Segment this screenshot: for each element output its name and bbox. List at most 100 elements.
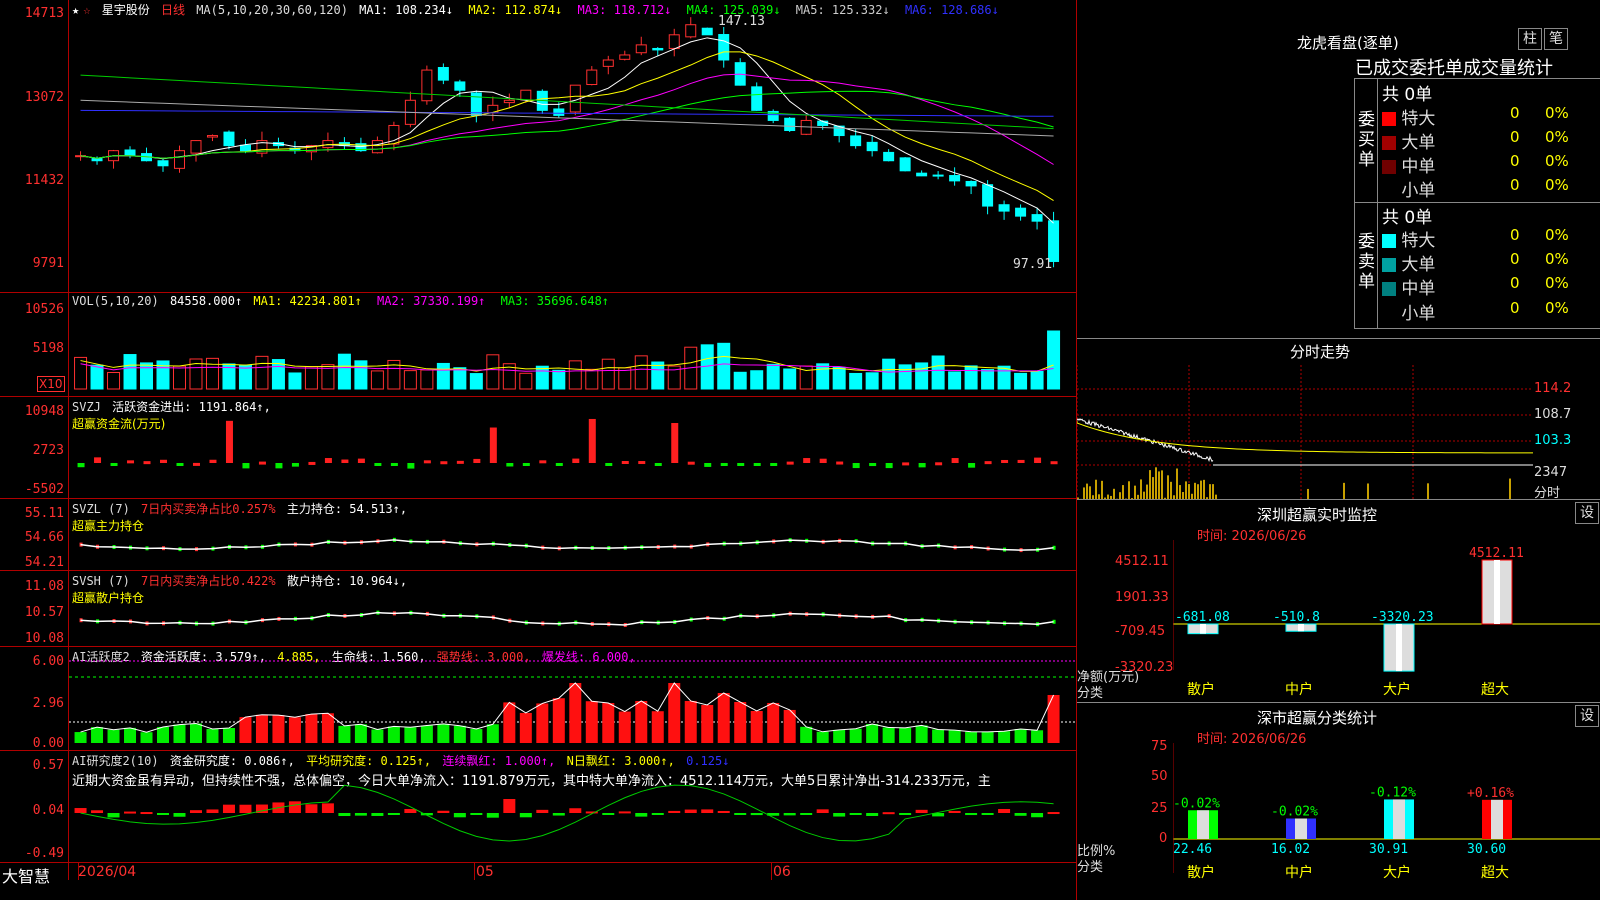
- ratio-bar-highlight: [1295, 818, 1307, 839]
- tick-view-button[interactable]: 笔: [1544, 28, 1568, 50]
- flow-bar: [374, 463, 382, 466]
- activity-bar: [288, 717, 301, 743]
- bar-view-button[interactable]: 柱: [1518, 28, 1542, 50]
- research-bar: [849, 813, 862, 815]
- flow-bar: [390, 463, 398, 466]
- sell-percent: 0%: [1545, 226, 1569, 244]
- candle-body: [685, 24, 697, 38]
- svsh-chart[interactable]: [69, 571, 1075, 646]
- svzj-chart[interactable]: [69, 397, 1075, 498]
- candle-body: [982, 184, 994, 207]
- research-bar: [866, 813, 879, 816]
- svzj-y-tick: -5502: [24, 482, 64, 497]
- net-flow-bar-highlight: [1298, 624, 1304, 632]
- volume-bar: [865, 372, 879, 390]
- sell-row: 特大: [1382, 226, 1435, 251]
- vol-y-tick: 10526: [24, 302, 64, 317]
- net-flow-label: -3320.23: [1371, 610, 1434, 625]
- flow-bar: [671, 423, 679, 463]
- activity-bar: [140, 732, 153, 743]
- research-bar: [1047, 812, 1060, 815]
- ratio-value-label: 30.91: [1369, 842, 1408, 857]
- intraday-panel[interactable]: 分时走势 114.2 108.7 103.3 2347 分时: [1077, 339, 1600, 501]
- volume-bar: [585, 368, 599, 390]
- intraday-vol-bar: [1176, 468, 1178, 499]
- flow-bar: [687, 461, 695, 465]
- flow-bar: [127, 460, 135, 464]
- main-candle-chart[interactable]: [69, 0, 1075, 292]
- research-bar: [173, 813, 186, 817]
- buy-value: 0: [1510, 176, 1520, 194]
- activity-bar: [1031, 730, 1044, 743]
- volume-bar: [74, 356, 88, 390]
- volume-bar: [882, 358, 896, 390]
- research-bar: [1031, 813, 1044, 818]
- research-bar: [651, 813, 664, 815]
- candle-body: [190, 140, 202, 154]
- activity-bar: [569, 683, 582, 743]
- research-bar: [668, 810, 681, 813]
- flow-bar: [572, 458, 580, 463]
- chart-area[interactable]: ★ ☆ 星宇股份 日线 MA(5,10,20,30,60,120) MA1: 10…: [0, 0, 1076, 900]
- volume-bar: [140, 362, 154, 390]
- flow-bar: [456, 460, 464, 464]
- legend-swatch: [1382, 307, 1396, 321]
- research-bar: [206, 809, 219, 813]
- ratio-bar-highlight: [1393, 799, 1405, 839]
- net-flow-label: -681.08: [1175, 610, 1230, 625]
- stats-settings-button[interactable]: 设: [1575, 705, 1599, 727]
- activity-bar: [552, 698, 565, 743]
- intraday-chart[interactable]: [1077, 365, 1533, 499]
- sell-row: 小单: [1382, 299, 1435, 324]
- svzl-chart[interactable]: [69, 499, 1075, 570]
- ratio-change-label: -0.02%: [1271, 804, 1318, 819]
- volume-bar: [766, 363, 780, 390]
- intraday-vol-bar: [1155, 467, 1157, 499]
- intraday-vol-bar: [1209, 484, 1211, 499]
- brand-label: 大智慧: [2, 867, 51, 886]
- activity-bar: [173, 724, 186, 743]
- ai2-chart[interactable]: [69, 751, 1075, 862]
- volume-chart[interactable]: [69, 293, 1075, 396]
- intraday-vol-bar: [1203, 479, 1205, 499]
- activity-bar: [800, 726, 813, 743]
- volume-bar: [354, 360, 368, 390]
- ai1-chart[interactable]: [69, 647, 1075, 750]
- svsh-y-tick: 10.08: [24, 631, 64, 646]
- volume-bar: [898, 364, 912, 390]
- activity-bar: [750, 710, 763, 743]
- sell-value: 0: [1510, 274, 1520, 292]
- legend-swatch: [1382, 112, 1396, 126]
- activity-bar: [255, 714, 268, 743]
- intraday-vol-bar: [1188, 484, 1190, 499]
- candle-body: [965, 180, 977, 187]
- research-bar: [305, 804, 318, 813]
- flow-bar: [209, 459, 217, 463]
- intraday-vol-bar: [1367, 483, 1369, 499]
- activity-bar: [668, 683, 681, 743]
- research-bar: [470, 813, 483, 815]
- flow-bar: [77, 463, 85, 468]
- ratio-value-label: 22.46: [1173, 842, 1212, 857]
- buy-value: 0: [1510, 152, 1520, 170]
- monitor-y-tick: -709.45: [1115, 624, 1166, 639]
- volume-bar: [618, 367, 632, 390]
- monitor-settings-button[interactable]: 设: [1575, 502, 1599, 524]
- candle-body: [223, 131, 235, 147]
- svzl-y-tick: 54.21: [24, 555, 64, 570]
- flow-bar: [935, 462, 943, 466]
- research-bar: [239, 804, 252, 813]
- candle-body: [701, 27, 713, 36]
- activity-bar: [1014, 729, 1027, 743]
- net-flow-label: 4512.11: [1469, 546, 1524, 561]
- research-bar: [569, 808, 582, 813]
- activity-bar: [651, 711, 664, 743]
- flow-bar: [869, 463, 877, 467]
- candle-body: [602, 59, 614, 67]
- candle-body: [883, 151, 895, 162]
- flow-bar: [605, 463, 613, 466]
- volume-bar: [816, 363, 830, 390]
- candle-body: [1048, 220, 1060, 262]
- activity-bar: [816, 731, 829, 743]
- category-label: 中户: [1285, 864, 1313, 881]
